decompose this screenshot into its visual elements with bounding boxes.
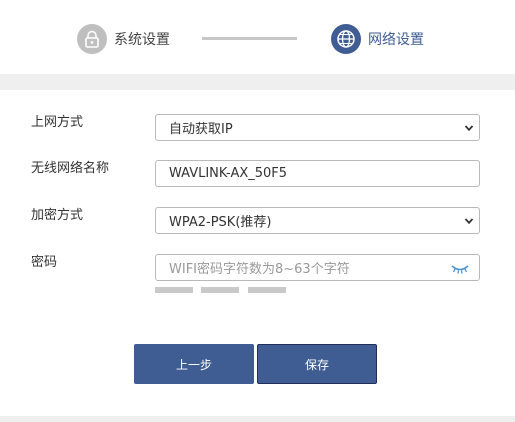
lock-icon [77,24,107,54]
step-connector [202,37,297,40]
row-ssid: 无线网络名称 WAVLINK-AX_50F5 [0,160,515,188]
password-input[interactable]: WIFI密码字符数为8~63个字符 [155,254,480,281]
save-label: 保存 [304,357,329,372]
row-connection-type: 上网方式 自动获取IP [0,114,515,142]
step-label: 系统设置 [114,32,170,48]
ssid-value: WAVLINK-AX_50F5 [169,166,288,181]
setup-stepper: 系统设置 网络设置 [0,0,515,74]
encryption-label: 加密方式 [31,208,84,223]
section-divider [0,416,515,422]
eye-closed-icon[interactable] [451,263,469,275]
connection-type-value: 自动获取IP [169,122,233,137]
row-password: 密码 WIFI密码字符数为8~63个字符 [0,254,515,282]
previous-step-label: 上一步 [175,357,212,372]
step-label: 网络设置 [368,32,424,48]
chevron-down-icon [464,125,474,132]
section-divider [0,74,515,90]
password-strength-bar [248,287,286,293]
encryption-select[interactable]: WPA2-PSK(推荐) [155,207,480,234]
encryption-value: WPA2-PSK(推荐) [169,215,272,230]
step-system-settings: 系统设置 [77,22,170,56]
password-label: 密码 [31,255,58,270]
password-strength-bar [155,287,193,293]
connection-type-label: 上网方式 [31,115,84,130]
step-network-settings: 网络设置 [331,22,424,56]
previous-step-button[interactable]: 上一步 [134,344,254,384]
connection-type-select[interactable]: 自动获取IP [155,114,480,141]
save-button[interactable]: 保存 [257,344,377,384]
ssid-label: 无线网络名称 [31,161,110,176]
password-placeholder: WIFI密码字符数为8~63个字符 [169,262,350,277]
password-strength-bar [201,287,239,293]
row-encryption: 加密方式 WPA2-PSK(推荐) [0,207,515,235]
chevron-down-icon [464,218,474,225]
globe-icon [331,24,361,54]
ssid-input[interactable]: WAVLINK-AX_50F5 [155,160,480,187]
